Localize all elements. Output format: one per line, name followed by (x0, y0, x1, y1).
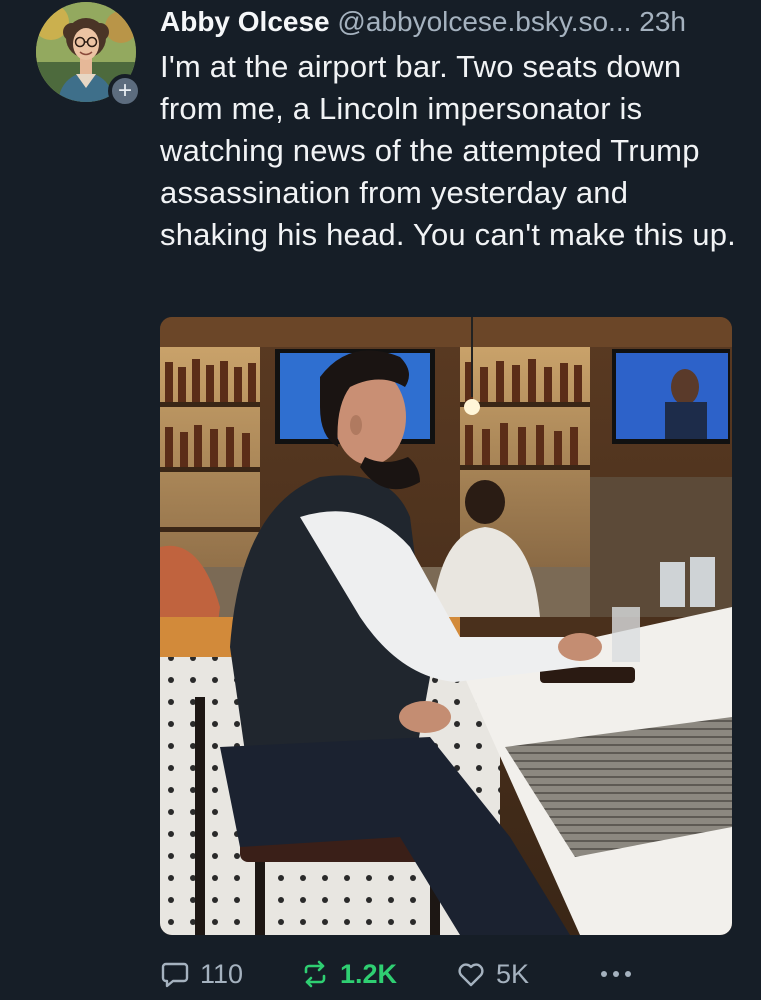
heart-icon (456, 959, 486, 989)
plus-icon: + (117, 77, 132, 104)
post-image[interactable] (160, 317, 732, 935)
repost-arrows-icon (300, 959, 330, 989)
reply-count: 110 (200, 958, 244, 989)
author-avatar[interactable]: + (36, 2, 142, 108)
repost-button[interactable]: 1.2K (300, 952, 397, 996)
post-actions: 110 1.2K 5K (160, 952, 740, 996)
post-header: Abby Olcese @abbyolcese.bsky.so... 23h (160, 4, 740, 40)
repost-count: 1.2K (340, 958, 398, 989)
follow-button[interactable]: + (108, 74, 142, 108)
post-timestamp[interactable]: 23h (639, 6, 686, 37)
like-count: 5K (496, 958, 530, 989)
post: + Abby Olcese @abbyolcese.bsky.so... 23h… (0, 0, 761, 1000)
post-text: I'm at the airport bar. Two seats down f… (160, 49, 736, 252)
author-display-name[interactable]: Abby Olcese (160, 6, 330, 37)
ellipsis-icon (596, 959, 636, 989)
author-handle[interactable]: @abbyolcese.bsky.so... (337, 6, 631, 37)
more-options-button[interactable] (596, 952, 636, 996)
like-button[interactable]: 5K (456, 952, 529, 996)
reply-button[interactable]: 110 (160, 952, 243, 996)
speech-bubble-icon (160, 959, 190, 989)
